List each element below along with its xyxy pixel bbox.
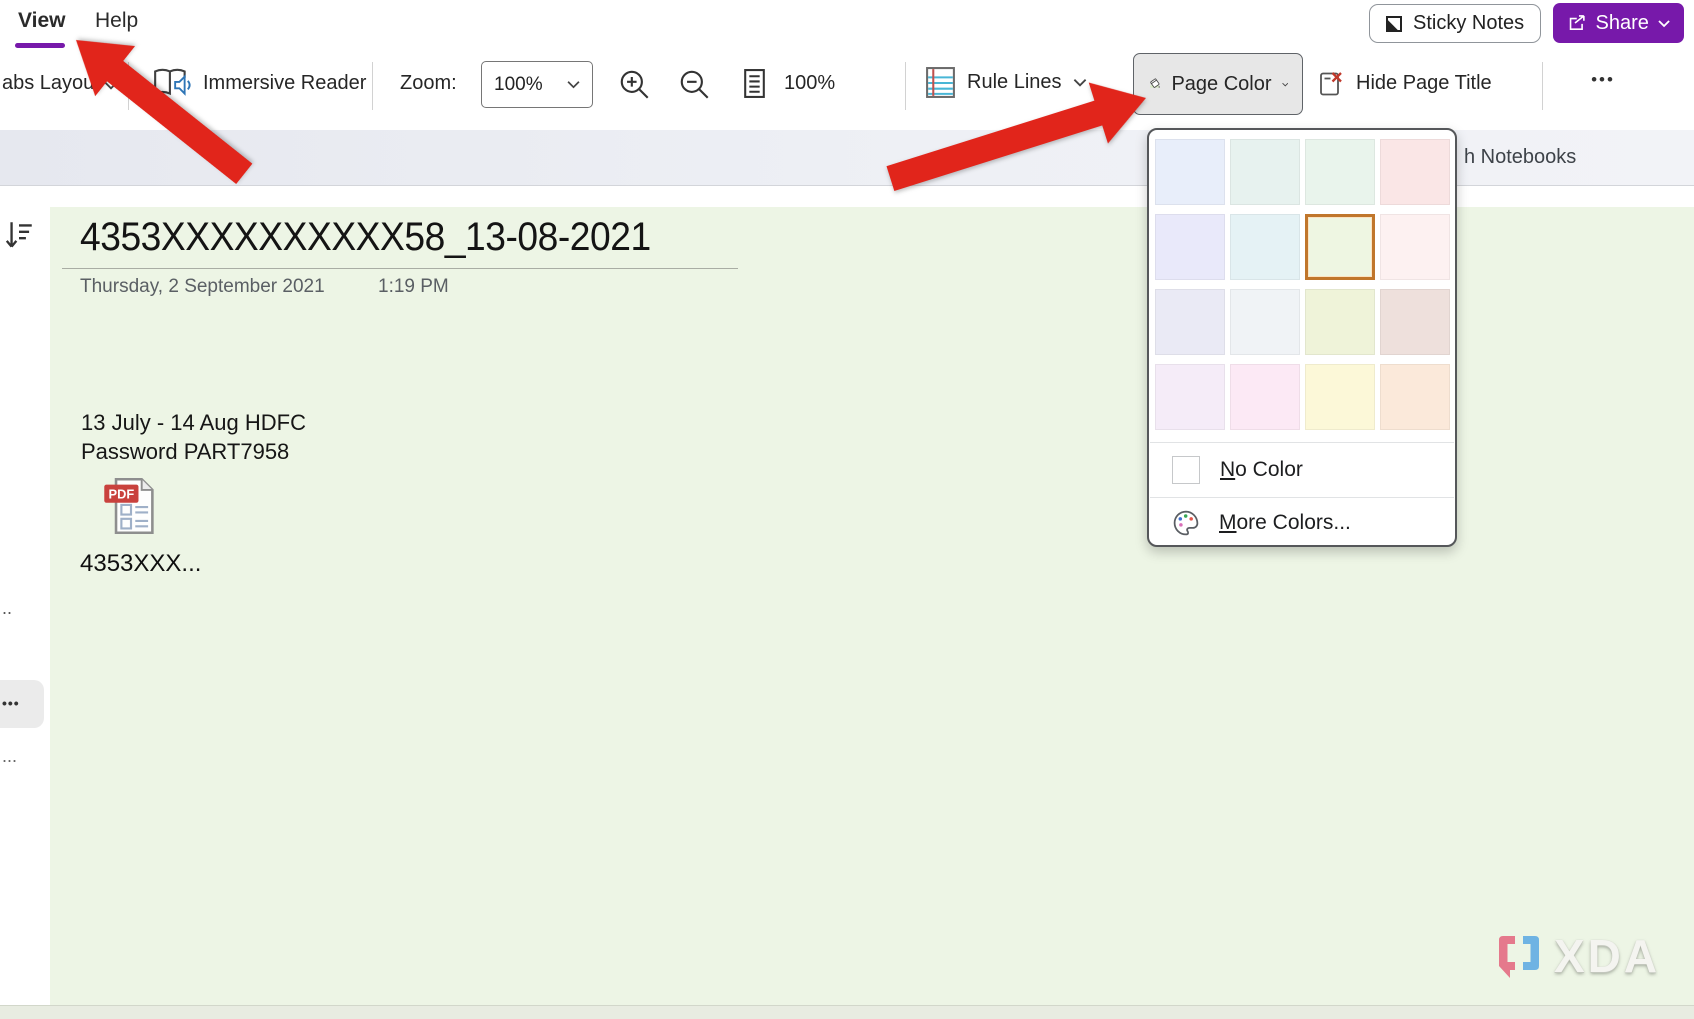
ribbon-separator xyxy=(905,62,906,110)
color-swatch[interactable] xyxy=(1305,364,1375,430)
sidebar-page-item[interactable]: ... xyxy=(2,746,17,767)
magnifier-plus-icon[interactable] xyxy=(617,67,653,103)
search-notebooks-partial-text: h Notebooks xyxy=(1464,130,1576,185)
note-text-line[interactable]: 13 July - 14 Aug HDFC xyxy=(81,408,306,437)
chevron-down-icon xyxy=(1658,19,1670,28)
color-swatch[interactable] xyxy=(1230,214,1300,280)
xda-logo-brackets-icon xyxy=(1492,929,1548,983)
page-title[interactable]: 4353XXXXXXXXXX58_13-08-2021 xyxy=(80,215,651,260)
hide-page-title-button[interactable]: Hide Page Title xyxy=(1318,69,1492,98)
zoom-to-100-button[interactable]: 100% xyxy=(743,68,835,99)
bottom-edge-strip xyxy=(0,1005,1694,1019)
rule-lines-button[interactable]: Rule Lines xyxy=(925,66,1087,99)
palette-icon xyxy=(1172,509,1200,537)
color-swatch[interactable] xyxy=(1230,364,1300,430)
tab-help[interactable]: Help xyxy=(95,9,138,33)
document-lines-icon xyxy=(743,68,766,99)
tabs-layout-button[interactable]: abs Layout xyxy=(2,72,100,95)
zoom-level-value: 100% xyxy=(494,74,543,96)
color-swatch[interactable] xyxy=(1155,289,1225,355)
color-swatch[interactable] xyxy=(1305,214,1375,280)
ribbon-separator xyxy=(1542,62,1543,110)
ruled-page-icon xyxy=(925,66,956,99)
color-swatch[interactable] xyxy=(1155,139,1225,205)
zoom-level-select[interactable]: 100% xyxy=(481,61,593,108)
magnifier-minus-icon[interactable] xyxy=(677,67,713,103)
sort-descending-icon[interactable] xyxy=(4,218,34,252)
onenote-window: View Help Sticky Notes Share abs Layout xyxy=(0,0,1694,1019)
ribbon-separator xyxy=(372,62,373,110)
note-text-line[interactable]: Password PART7958 xyxy=(81,437,289,466)
share-button[interactable]: Share xyxy=(1553,3,1684,43)
ribbon-separator xyxy=(128,62,129,110)
chevron-down-icon xyxy=(1073,78,1087,87)
pdf-badge: PDF xyxy=(109,487,135,502)
color-swatch[interactable] xyxy=(1380,289,1450,355)
zoom-label: Zoom: xyxy=(400,72,457,95)
xda-watermark-text: XDA xyxy=(1554,929,1660,983)
active-tab-underline xyxy=(15,43,65,48)
color-swatch[interactable] xyxy=(1380,364,1450,430)
color-swatch[interactable] xyxy=(1380,214,1450,280)
ribbon-more-options-button[interactable]: ••• xyxy=(1572,70,1634,90)
chevron-down-icon[interactable] xyxy=(104,81,118,90)
attachment-filename[interactable]: 4353XXX... xyxy=(80,550,201,578)
page-time: 1:19 PM xyxy=(378,276,449,298)
page-date: Thursday, 2 September 2021 xyxy=(80,276,325,298)
color-swatch[interactable] xyxy=(1155,214,1225,280)
share-arrow-icon xyxy=(1567,13,1587,33)
no-color-label: No Color xyxy=(1220,458,1303,482)
sidebar-page-item[interactable]: .. xyxy=(2,598,12,619)
color-swatch[interactable] xyxy=(1380,139,1450,205)
page-color-dropdown: No Color More Colors... xyxy=(1147,128,1457,547)
page-color-button[interactable]: Page Color xyxy=(1133,53,1303,115)
hide-page-title-label: Hide Page Title xyxy=(1356,72,1492,95)
color-swatch[interactable] xyxy=(1230,289,1300,355)
more-colors-option[interactable]: More Colors... xyxy=(1149,498,1455,547)
chevron-down-icon xyxy=(1282,80,1288,89)
zoom-100-label: 100% xyxy=(784,72,835,95)
rule-lines-label: Rule Lines xyxy=(967,71,1062,94)
sidebar-page-item-label: ••• xyxy=(2,695,20,711)
color-swatch[interactable] xyxy=(1305,139,1375,205)
color-swatch[interactable] xyxy=(1155,364,1225,430)
page-red-x-icon xyxy=(1318,69,1344,98)
chevron-down-icon xyxy=(567,80,580,89)
sticky-notes-label: Sticky Notes xyxy=(1413,12,1524,35)
book-speaker-icon xyxy=(152,66,192,100)
pdf-file-icon[interactable]: PDF xyxy=(104,475,158,537)
sidebar-page-item-active[interactable]: ••• xyxy=(0,680,44,728)
share-label: Share xyxy=(1596,12,1649,35)
xda-watermark: XDA xyxy=(1492,929,1660,983)
page-color-label: Page Color xyxy=(1171,73,1271,96)
title-divider xyxy=(62,268,738,269)
more-colors-label: More Colors... xyxy=(1219,511,1351,535)
paint-bucket-icon xyxy=(1148,71,1161,98)
immersive-reader-button[interactable]: Immersive Reader xyxy=(152,66,366,100)
folded-note-icon xyxy=(1385,15,1403,33)
no-color-swatch xyxy=(1172,456,1200,484)
immersive-reader-label: Immersive Reader xyxy=(203,72,366,95)
sticky-notes-button[interactable]: Sticky Notes xyxy=(1369,4,1541,43)
color-swatch[interactable] xyxy=(1305,289,1375,355)
pages-sidebar: .. ••• ... xyxy=(0,207,50,1005)
no-color-option[interactable]: No Color xyxy=(1149,443,1455,497)
tab-view[interactable]: View xyxy=(18,9,65,33)
color-swatch-grid xyxy=(1155,139,1450,430)
color-swatch[interactable] xyxy=(1230,139,1300,205)
